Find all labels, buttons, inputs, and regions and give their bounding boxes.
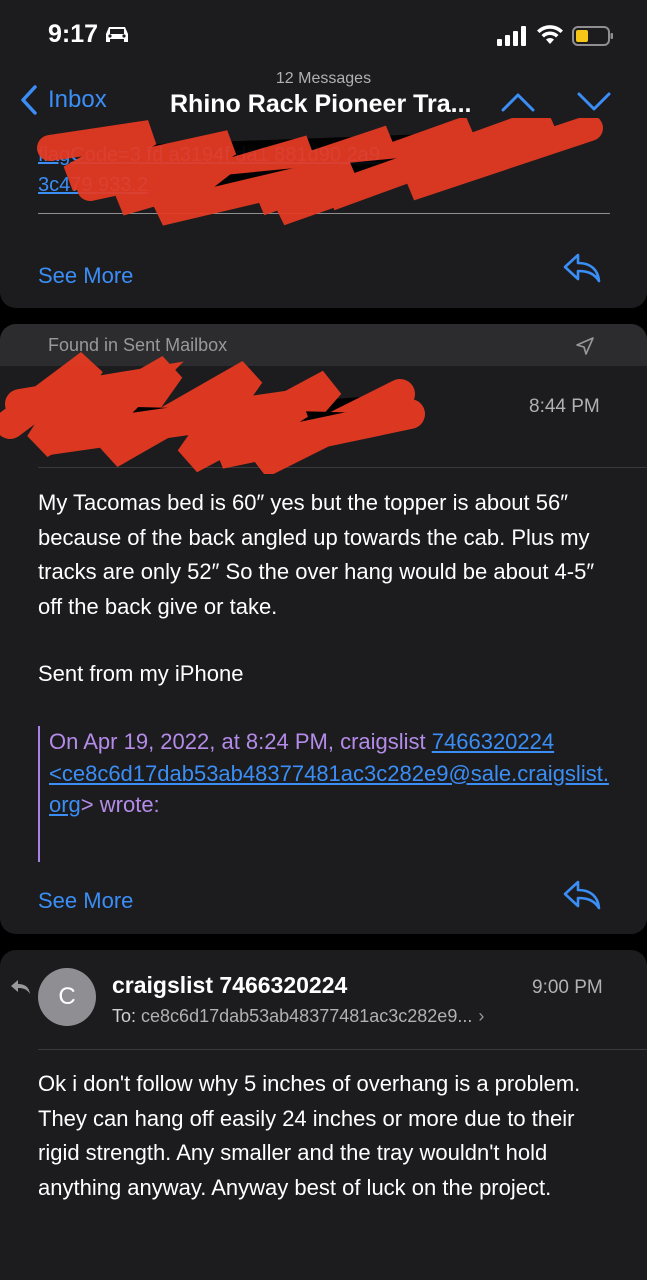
see-more-button[interactable]: See More	[38, 263, 133, 289]
replied-arrow-icon	[11, 980, 30, 994]
message-time: 9:00 PM	[532, 977, 603, 998]
quote-suffix: > wrote:	[80, 792, 160, 817]
thread-title: Rhino Rack Pioneer Tra...	[170, 90, 472, 118]
message-card-received: C craigslist 7466320224 9:00 PM To: ce8c…	[0, 950, 647, 1280]
battery-icon	[572, 26, 613, 46]
status-time: 9:17	[48, 20, 99, 48]
reply-icon[interactable]	[562, 878, 602, 912]
quoted-reply: On Apr 19, 2022, at 8:24 PM, craigslist …	[38, 726, 613, 862]
chevron-left-icon	[21, 85, 37, 115]
chevron-right-icon: ›	[478, 1006, 485, 1026]
divider	[38, 213, 610, 214]
paper-plane-icon	[576, 337, 594, 355]
avatar: C	[38, 968, 96, 1026]
reply-icon[interactable]	[562, 251, 602, 285]
car-icon	[106, 27, 128, 42]
sender-name[interactable]: craigslist 7466320224	[112, 972, 347, 999]
message-card-previous: flagCode=3 fd a3194f da1 881d90 2a9 3c47…	[0, 118, 647, 308]
message-time: 8:44 PM	[529, 396, 600, 417]
divider	[38, 467, 647, 468]
status-bar: 9:17	[0, 0, 647, 62]
phone-link[interactable]: 7466320224	[432, 729, 554, 754]
signature: Sent from my iPhone	[38, 661, 244, 686]
found-in-label: Found in Sent Mailbox	[48, 335, 228, 355]
see-more-button[interactable]: See More	[38, 888, 133, 914]
wifi-icon	[537, 25, 563, 44]
back-button[interactable]: Inbox	[18, 84, 107, 116]
message-body: Ok i don't follow why 5 inches of overha…	[38, 1071, 581, 1200]
message-body: My Tacomas bed is 60″ yes but the topper…	[38, 490, 595, 619]
to-label: To:	[112, 1006, 137, 1026]
quote-prefix: On Apr 19, 2022, at 8:24 PM, craigslist	[49, 729, 432, 754]
recipient-address: ce8c6d17dab53ab48377481ac3c282e9...	[141, 1006, 473, 1026]
tracking-link[interactable]: flagCode=3 fd a3194f da1 881d90 2a9 3c47…	[38, 140, 608, 200]
found-in-banner: Found in Sent Mailbox	[0, 324, 647, 366]
recipient-line[interactable]: To: ce8c6d17dab53ab48377481ac3c282e9... ›	[112, 1006, 484, 1027]
divider	[38, 1049, 647, 1050]
back-label: Inbox	[48, 86, 107, 113]
cellular-signal-icon	[497, 26, 526, 46]
next-message-button[interactable]	[576, 90, 612, 114]
message-card-sent: Found in Sent Mailbox 8:44 PM My Tacomas…	[0, 324, 647, 934]
previous-message-button[interactable]	[500, 90, 536, 114]
